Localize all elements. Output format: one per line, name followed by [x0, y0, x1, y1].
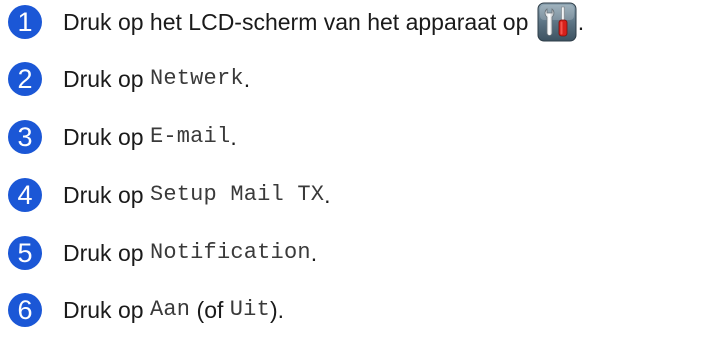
- instruction-text: Druk op: [63, 240, 150, 266]
- ui-menu-label: E-mail: [149, 124, 231, 149]
- instruction-text: Druk op: [63, 66, 150, 92]
- ui-menu-label: Setup Mail TX: [149, 182, 325, 207]
- instruction-step-1: 1 Druk op het LCD-scherm van het apparaa…: [8, 0, 584, 44]
- instruction-text: Druk op: [63, 124, 150, 150]
- instruction-text: .: [230, 124, 237, 150]
- instruction-text: Druk op: [63, 182, 150, 208]
- step-number-badge: 3: [8, 120, 42, 154]
- instruction-step-6: 6 Druk op Aan (of Uit).: [8, 288, 284, 332]
- step-text: Druk op Setup Mail TX.: [63, 181, 331, 209]
- instruction-text: (of: [190, 297, 230, 323]
- instruction-step-3: 3 Druk op E-mail.: [8, 115, 237, 159]
- step-text: Druk op het LCD-scherm van het apparaat …: [63, 2, 584, 42]
- ui-menu-label: Aan: [149, 297, 191, 322]
- instruction-step-4: 4 Druk op Setup Mail TX.: [8, 173, 331, 217]
- ui-menu-label: Notification: [149, 240, 311, 265]
- step-text: Druk op Aan (of Uit).: [63, 296, 284, 324]
- instruction-text: .: [324, 182, 331, 208]
- step-number-badge: 2: [8, 62, 42, 96]
- step-text: Druk op Notification.: [63, 239, 317, 267]
- instruction-text: Druk op het LCD-scherm van het apparaat …: [63, 9, 535, 35]
- tools-settings-icon: [537, 2, 577, 42]
- step-number-badge: 5: [8, 236, 42, 270]
- instruction-text: ).: [270, 297, 285, 323]
- step-number-badge: 4: [8, 178, 42, 212]
- instruction-text: .: [577, 9, 585, 35]
- ui-menu-label: Netwerk: [149, 66, 244, 91]
- step-number-badge: 1: [8, 5, 42, 39]
- step-text: Druk op Netwerk.: [63, 65, 250, 93]
- instruction-text: Druk op: [63, 297, 150, 323]
- instruction-step-5: 5 Druk op Notification.: [8, 231, 317, 275]
- step-number-badge: 6: [8, 293, 42, 327]
- step-text: Druk op E-mail.: [63, 123, 237, 151]
- instruction-step-2: 2 Druk op Netwerk.: [8, 57, 250, 101]
- ui-menu-label: Uit: [229, 297, 270, 322]
- instruction-text: .: [310, 240, 318, 266]
- instruction-text: .: [243, 66, 251, 92]
